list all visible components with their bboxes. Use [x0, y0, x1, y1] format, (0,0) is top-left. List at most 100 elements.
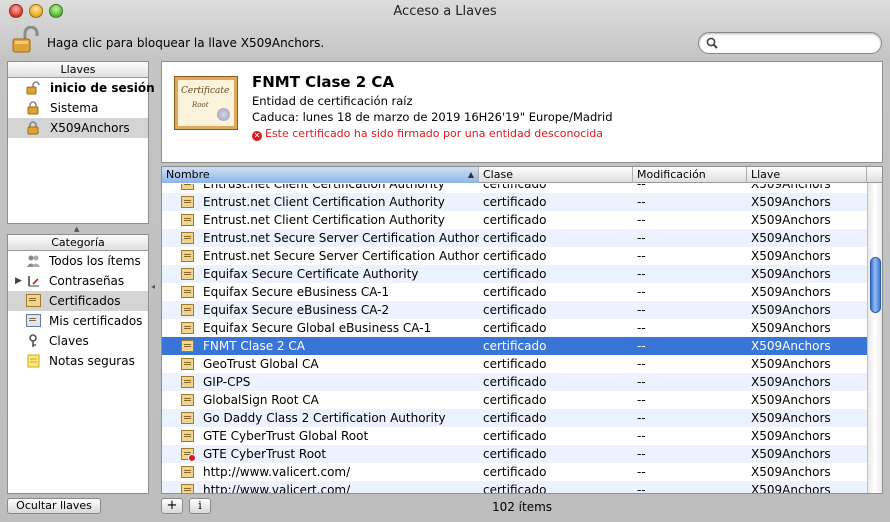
- table-row[interactable]: Go Daddy Class 2 Certification Authority…: [162, 409, 868, 427]
- pane-splitter-handle[interactable]: ▲: [74, 225, 79, 233]
- cell-class: certificado: [483, 321, 547, 335]
- cell-keychain: X509Anchors: [751, 285, 831, 299]
- certificate-expiration: Caduca: lunes 18 de marzo de 2019 16H26'…: [252, 110, 613, 124]
- table-row[interactable]: GlobalSign Root CA certificado -- X509Ancho…: [162, 391, 868, 409]
- certificate-thumbnail-icon: Certificate Root: [174, 76, 238, 130]
- table-row[interactable]: GIP-CPS certificado -- X509Anchors: [162, 373, 868, 391]
- cell-name: FNMT Clase 2 CA: [203, 339, 305, 353]
- table-row[interactable]: Entrust.net Client Certification Authori…: [162, 193, 868, 211]
- cell-modified: --: [637, 483, 646, 494]
- table-vertical-scrollbar[interactable]: [867, 183, 882, 493]
- keychain-label: Sistema: [50, 101, 99, 115]
- cell-class: certificado: [483, 231, 547, 245]
- certificate-type: Entidad de certificación raíz: [252, 94, 413, 108]
- category-item-my-certificates[interactable]: Mis certificados: [8, 311, 148, 331]
- cell-keychain: X509Anchors: [751, 411, 831, 425]
- table-row[interactable]: Equifax Secure eBusiness CA-2 certificado…: [162, 301, 868, 319]
- category-item-passwords[interactable]: ▶ Contraseñas: [8, 271, 148, 291]
- certificate-icon: [181, 304, 194, 316]
- cell-class: certificado: [483, 195, 547, 209]
- table-header: Nombre ▲ Clase Modificación Llave: [162, 167, 882, 183]
- certificate-title: FNMT Clase 2 CA: [252, 73, 395, 91]
- category-label: Claves: [49, 334, 89, 348]
- table-row[interactable]: http://www.valicert.com/certificado -- X50…: [162, 481, 868, 494]
- cell-modified: --: [637, 184, 646, 191]
- cell-name: Equifax Secure eBusiness CA-1: [203, 285, 390, 299]
- padlock-icon: [27, 101, 39, 115]
- cell-keychain: X509Anchors: [751, 267, 831, 281]
- cell-modified: --: [637, 213, 646, 227]
- cell-keychain: X509Anchors: [751, 447, 831, 461]
- table-row[interactable]: Entrust.net Secure Server Certification …: [162, 247, 868, 265]
- disclosure-triangle-icon[interactable]: ▶: [15, 271, 22, 291]
- cell-modified: --: [637, 465, 646, 479]
- column-header-name[interactable]: Nombre ▲: [162, 167, 479, 183]
- cell-modified: --: [637, 231, 646, 245]
- table-row[interactable]: Equifax Secure eBusiness CA-1 certificado…: [162, 283, 868, 301]
- table-row[interactable]: GeoTrust Global CA certificado -- X509Ancho…: [162, 355, 868, 373]
- certificate-detail-panel: Certificate Root FNMT Clase 2 CA Entidad…: [161, 61, 883, 163]
- scrollbar-thumb[interactable]: [870, 257, 881, 313]
- vertical-splitter-handle[interactable]: ◂: [151, 282, 155, 291]
- item-count: 102 ítems: [491, 500, 553, 514]
- search-field[interactable]: [698, 32, 882, 54]
- cell-class: certificado: [483, 447, 547, 461]
- category-item-secure-notes[interactable]: Notas seguras: [8, 351, 148, 371]
- cell-keychain: X509Anchors: [751, 393, 831, 407]
- cell-modified: --: [637, 357, 646, 371]
- certificate-icon: [181, 412, 194, 424]
- key-pen-icon: [28, 276, 39, 287]
- unlocked-padlock-icon[interactable]: [10, 26, 40, 54]
- cell-class: certificado: [483, 483, 547, 494]
- category-item-all[interactable]: Todos los ítems: [8, 251, 148, 271]
- column-header-modified[interactable]: Modificación: [633, 167, 747, 183]
- table-body: Entrust.net Client Certification Authori…: [162, 184, 868, 494]
- certificate-icon: [181, 340, 194, 352]
- keychain-item-system[interactable]: Sistema: [8, 98, 148, 118]
- cell-name: Entrust.net Client Certification Authori…: [203, 195, 445, 209]
- error-x-icon: ✕: [252, 131, 262, 141]
- cell-keychain: X509Anchors: [751, 249, 831, 263]
- certificate-icon: [181, 376, 194, 388]
- cell-modified: --: [637, 447, 646, 461]
- table-row[interactable]: Equifax Secure Certificate Authority cert…: [162, 265, 868, 283]
- cell-keychain: X509Anchors: [751, 231, 831, 245]
- cell-class: certificado: [483, 465, 547, 479]
- cell-name: Equifax Secure Certificate Authority: [203, 267, 419, 281]
- category-item-keys[interactable]: Claves: [8, 331, 148, 351]
- cell-class: certificado: [483, 184, 547, 191]
- table-row[interactable]: Entrust.net Client Certification Authori…: [162, 211, 868, 229]
- unlocked-padlock-icon: [26, 81, 40, 95]
- lock-instruction-text: Haga clic para bloquear la llave X509Anc…: [47, 36, 325, 50]
- category-label: Contraseñas: [49, 274, 125, 288]
- table-row[interactable]: GTE CyberTrust Root certificado -- X509Anch…: [162, 445, 868, 463]
- key-icon: [29, 334, 37, 347]
- table-row[interactable]: http://www.valicert.com/certificado -- X50…: [162, 463, 868, 481]
- search-icon: [706, 37, 718, 49]
- cell-class: certificado: [483, 339, 547, 353]
- table-row[interactable]: Entrust.net Client Certification Authori…: [162, 184, 868, 193]
- cell-modified: --: [637, 375, 646, 389]
- keychain-item-login[interactable]: inicio de sesión: [8, 78, 155, 98]
- cell-name: GTE CyberTrust Root: [203, 447, 327, 461]
- column-header-keychain[interactable]: Llave: [747, 167, 867, 183]
- certificate-icon: [181, 184, 194, 190]
- table-row[interactable]: GTE CyberTrust Global Root certificado -- X…: [162, 427, 868, 445]
- cell-modified: --: [637, 429, 646, 443]
- cell-name: http://www.valicert.com/: [203, 483, 351, 494]
- cell-modified: --: [637, 249, 646, 263]
- padlock-icon: [27, 121, 39, 135]
- cell-keychain: X509Anchors: [751, 357, 831, 371]
- cell-modified: --: [637, 393, 646, 407]
- table-row[interactable]: FNMT Clase 2 CA certificado -- X509Anchors: [162, 337, 868, 355]
- cell-class: certificado: [483, 429, 547, 443]
- category-item-certificates[interactable]: Certificados: [8, 291, 148, 311]
- keychain-item-x509anchors[interactable]: X509Anchors: [8, 118, 148, 138]
- hide-keychains-button[interactable]: Ocultar llaves: [7, 498, 101, 514]
- cell-modified: --: [637, 195, 646, 209]
- table-row[interactable]: Equifax Secure Global eBusiness CA-1 cert…: [162, 319, 868, 337]
- column-header-class[interactable]: Clase: [479, 167, 633, 183]
- my-certificate-icon: [26, 314, 41, 328]
- table-row[interactable]: Entrust.net Secure Server Certification …: [162, 229, 868, 247]
- items-table: Nombre ▲ Clase Modificación Llave Entrus…: [161, 166, 883, 494]
